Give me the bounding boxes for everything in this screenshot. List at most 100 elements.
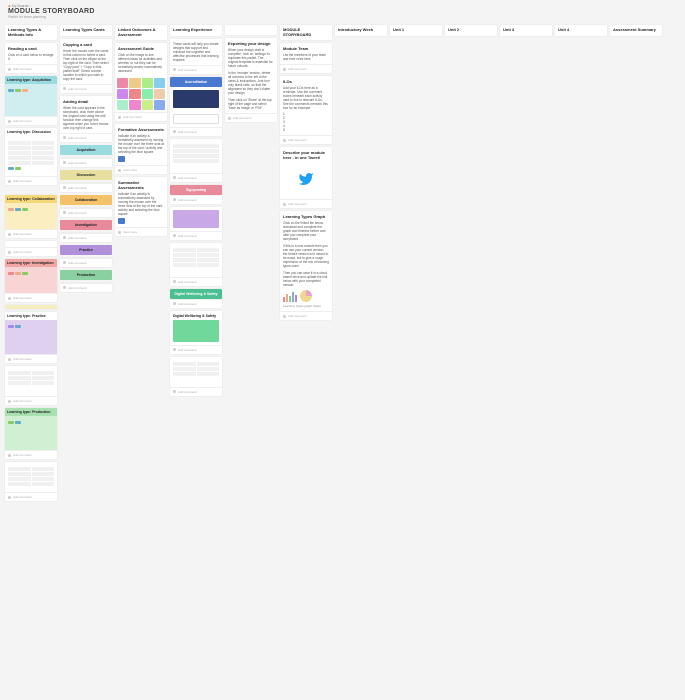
- card-sliver[interactable]: [5, 305, 57, 309]
- card-blank-2[interactable]: Add comment: [5, 366, 57, 405]
- card-wellbeing[interactable]: Digital Wellbeing & Safety Add comment: [170, 289, 222, 308]
- card-signposting-detail[interactable]: Add comment: [170, 207, 222, 240]
- card-formative[interactable]: Formative Assessments Indicate if an act…: [115, 124, 167, 174]
- card-learning-type-collaboration[interactable]: Learning type: Collaboration Add comment: [5, 195, 57, 238]
- card-copying[interactable]: Copying a card Hover the mouse over the …: [60, 39, 112, 93]
- card-text: These cards will help you create designs…: [173, 42, 219, 62]
- card-exporting[interactable]: Exporting your design When your design d…: [225, 38, 277, 122]
- card-ilos[interactable]: ILOs Add your ILOs here as a reminder. U…: [280, 76, 332, 144]
- column-header[interactable]: Assessment Summary: [610, 25, 662, 36]
- card-wellbeing-detail[interactable]: Digital Wellbeing & Safety Add comment: [170, 311, 222, 354]
- blue-tag: [118, 156, 125, 162]
- card-blank-lx-3[interactable]: Add comment: [170, 357, 222, 396]
- column-module-storyboard: MODULE STORYBOARD Module Team List the m…: [280, 25, 332, 320]
- card-blank[interactable]: Add comment: [5, 241, 57, 256]
- column-header[interactable]: Learning Types & Methods Info: [5, 25, 57, 40]
- column-export: Exporting your design When your design d…: [225, 25, 277, 122]
- column-header[interactable]: [225, 25, 277, 35]
- add-comment[interactable]: Add comment: [13, 399, 32, 403]
- board-subtitle: Padlet for team planning: [8, 15, 677, 19]
- card-title: Adding detail: [63, 99, 109, 104]
- card-summative[interactable]: Summative Assessments Indicate if an act…: [115, 177, 167, 236]
- card-learning-type-investigation[interactable]: Learning type: Investigation Add comment: [5, 259, 57, 302]
- card-text: When your design draft is complete, clic…: [228, 48, 274, 68]
- add-comment[interactable]: Add comment: [68, 136, 87, 140]
- column-header[interactable]: Learning Types Cards: [60, 25, 112, 36]
- add-comment[interactable]: Add comment: [13, 495, 32, 499]
- column-header[interactable]: Introductory Week: [335, 25, 387, 36]
- chip: [8, 167, 14, 170]
- card-adding-detail[interactable]: Adding detail When the card appears in t…: [60, 96, 112, 142]
- card-band-foot[interactable]: Add comment: [60, 233, 112, 242]
- chip: [15, 272, 21, 275]
- card-blank-3[interactable]: Add comment: [5, 462, 57, 501]
- card-blank-lx[interactable]: Add comment: [170, 139, 222, 182]
- column-header[interactable]: MODULE STORYBOARD: [280, 25, 332, 40]
- card-text: Hover the mouse over the cards in this c…: [63, 49, 109, 81]
- pie-chart-icon: [300, 290, 312, 302]
- column-header[interactable]: Unit 3: [500, 25, 552, 36]
- card-learning-type-production[interactable]: Learning type: Production Add comment: [5, 408, 57, 459]
- avatar-dot: [8, 251, 11, 254]
- board-columns: Learning Types & Methods Info Reading a …: [0, 22, 685, 504]
- add-comment[interactable]: Add comment: [68, 87, 87, 91]
- band-acquisition[interactable]: Acquisition: [60, 145, 112, 155]
- band-practice[interactable]: Practice: [60, 245, 112, 255]
- column-header[interactable]: Learning Experience: [170, 25, 222, 36]
- card-band-foot[interactable]: Add comment: [60, 158, 112, 167]
- blue-tag: [118, 218, 125, 224]
- avatar-dot: [63, 87, 66, 90]
- add-comment[interactable]: Add comment: [13, 179, 32, 183]
- add-comment[interactable]: Add comment: [13, 232, 32, 236]
- column-unit-3: Unit 3: [500, 25, 552, 36]
- outline-panel: [173, 114, 219, 124]
- card-learning-type-acquisition[interactable]: Learning type: Acquisition Add comment: [5, 76, 57, 125]
- card-title: Formative Assessments: [118, 127, 164, 132]
- add-comment[interactable]: Add comment: [13, 119, 32, 123]
- type-label: Learning type: Practice: [5, 312, 57, 320]
- add-comment[interactable]: Add comment: [13, 453, 32, 457]
- type-label: Learning type: Production: [5, 408, 57, 416]
- card-assessment-guide[interactable]: Assessment Guide Click on the image to s…: [115, 43, 167, 121]
- card-accreditation[interactable]: Accreditation Add comment: [170, 77, 222, 136]
- add-comment[interactable]: Add comment: [13, 67, 32, 71]
- avatar-dot: [8, 454, 11, 457]
- column-header[interactable]: Linked Outcomes & Assessment: [115, 25, 167, 40]
- add-comment[interactable]: Add comment: [13, 296, 32, 300]
- card-blank-lx-2[interactable]: Add comment: [170, 243, 222, 286]
- add-comment[interactable]: Add comment: [13, 357, 32, 361]
- band-production[interactable]: Production: [60, 270, 112, 280]
- graph-thumbnail[interactable]: [283, 290, 329, 302]
- band-collaboration[interactable]: Collaboration: [60, 195, 112, 205]
- card-module-team[interactable]: Module Team List the members of your tea…: [280, 43, 332, 73]
- card-band-foot[interactable]: Add comment: [60, 258, 112, 267]
- card-title: Module Team: [283, 46, 329, 51]
- card-learning-type-discussion[interactable]: Learning type: Discussion Add comment: [5, 128, 57, 185]
- card-band-foot[interactable]: Add comment: [60, 208, 112, 217]
- card-learning-types-graph[interactable]: Learning Types Graph Click on the linked…: [280, 211, 332, 320]
- twitter-bird-icon: [296, 171, 316, 187]
- avatar-dot: [63, 136, 66, 139]
- assessment-grid-image[interactable]: [115, 76, 167, 112]
- avatar-dot: [8, 297, 11, 300]
- add-comment[interactable]: Add comment: [123, 115, 142, 119]
- card-lx-intro[interactable]: These cards will help you create designs…: [170, 39, 222, 74]
- column-header[interactable]: Unit 4: [555, 25, 607, 36]
- column-header[interactable]: Unit 2: [445, 25, 497, 36]
- card-text-2: If this is a new module then you can use…: [283, 244, 329, 268]
- card-band-foot[interactable]: Add comment: [60, 183, 112, 192]
- card-signposting[interactable]: Signposting Add comment: [170, 185, 222, 204]
- band-investigation[interactable]: Investigation: [60, 220, 112, 230]
- column-unit-4: Unit 4: [555, 25, 607, 36]
- card-tweet[interactable]: Describe your module here - in one Tweet…: [280, 147, 332, 208]
- card-text: Indicate if an activity is formatively a…: [118, 134, 164, 154]
- card-reading[interactable]: Reading a card Click on a card below to …: [5, 43, 57, 73]
- avatar-dot: [8, 120, 11, 123]
- column-header[interactable]: Unit 1: [390, 25, 442, 36]
- column-unit-2: Unit 2: [445, 25, 497, 36]
- card-band-foot[interactable]: Add comment: [60, 283, 112, 292]
- add-comment[interactable]: Add comment: [13, 250, 32, 254]
- card-learning-type-practice[interactable]: Learning type: Practice Add comment: [5, 312, 57, 363]
- band-discussion[interactable]: Discussion: [60, 170, 112, 180]
- card-text: Click on a card below to enlarge it: [8, 53, 54, 61]
